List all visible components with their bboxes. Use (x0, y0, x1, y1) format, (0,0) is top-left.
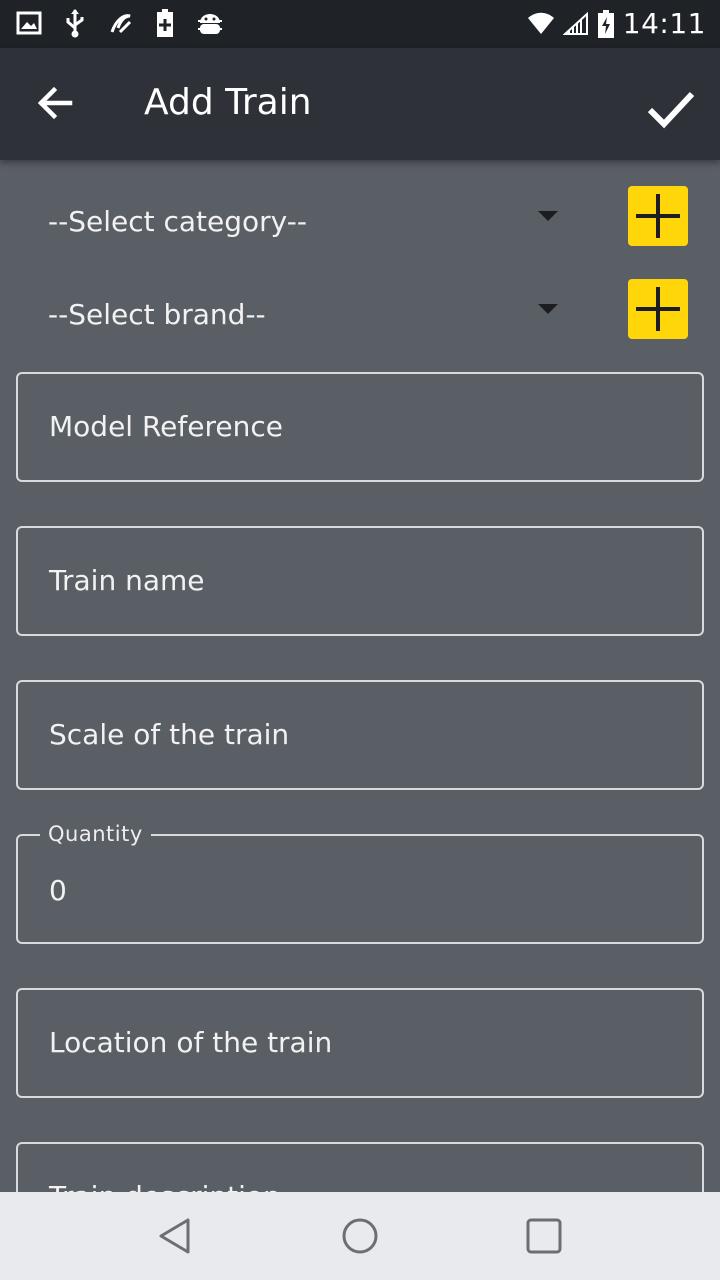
description-placeholder: Train description (49, 1178, 281, 1192)
add-brand-button[interactable] (628, 279, 688, 339)
wifi-icon (527, 12, 554, 34)
quantity-value: 0 (49, 874, 67, 907)
arrow-back-icon[interactable] (30, 78, 80, 128)
gallery-icon (16, 11, 42, 35)
scale-field[interactable]: Scale of the train (16, 680, 704, 790)
description-field[interactable]: Train description (16, 1142, 704, 1192)
back-triangle-icon[interactable] (154, 1214, 198, 1258)
quantity-label: Quantity (40, 818, 151, 850)
usb-icon (66, 9, 84, 38)
category-select[interactable]: --Select category-- (48, 204, 307, 240)
brand-row: --Select brand-- (0, 279, 720, 349)
sync-icon (110, 14, 132, 34)
battery-charging-icon (597, 10, 614, 38)
battery-plus-icon (157, 9, 173, 37)
brand-select[interactable]: --Select brand-- (48, 297, 266, 333)
scale-placeholder: Scale of the train (49, 718, 290, 751)
check-icon[interactable] (644, 82, 698, 136)
train-name-field[interactable]: Train name (16, 526, 704, 636)
chevron-down-icon[interactable] (538, 211, 558, 221)
status-time: 14:11 (622, 7, 706, 40)
add-category-button[interactable] (628, 186, 688, 246)
navigation-bar (0, 1192, 720, 1280)
model-reference-field[interactable]: Model Reference (16, 372, 704, 482)
app-bar: Add Train (0, 48, 720, 160)
status-bar: 14:11 (0, 0, 720, 48)
home-circle-icon[interactable] (338, 1214, 382, 1258)
train-name-placeholder: Train name (49, 564, 205, 597)
location-field[interactable]: Location of the train (16, 988, 704, 1098)
model-reference-placeholder: Model Reference (49, 410, 283, 443)
category-row: --Select category-- (0, 186, 720, 256)
quantity-field[interactable]: Quantity 0 (16, 818, 704, 944)
chevron-down-icon[interactable] (538, 304, 558, 314)
android-debug-icon (198, 14, 222, 34)
page-title: Add Train (144, 82, 312, 123)
form-container: --Select category-- --Select brand-- Mod… (0, 160, 720, 1192)
signal-icon (562, 12, 588, 35)
recents-square-icon[interactable] (522, 1214, 566, 1258)
location-placeholder: Location of the train (49, 1026, 333, 1059)
